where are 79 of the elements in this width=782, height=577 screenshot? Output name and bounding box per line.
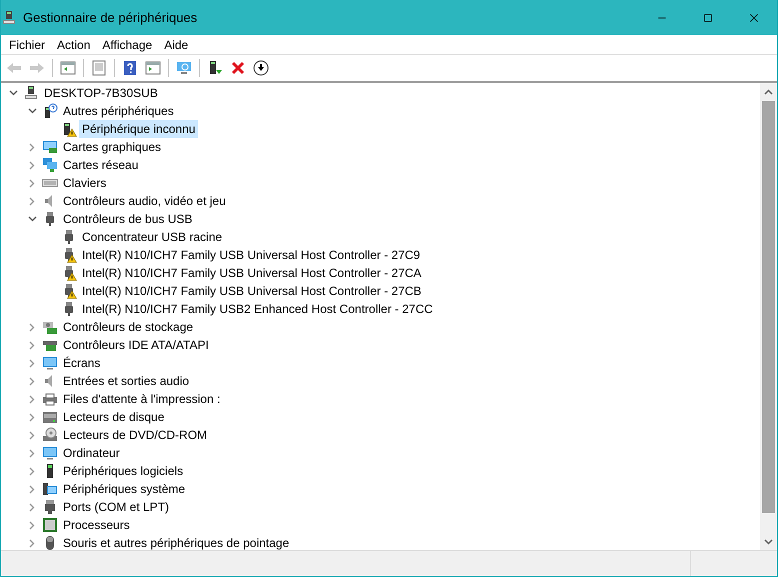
tree-item[interactable]: Ordinateur (60, 444, 123, 462)
tree-item[interactable]: Autres périphériques (60, 102, 177, 120)
tree-item[interactable]: Périphérique inconnu (79, 120, 198, 138)
tree-item[interactable]: Périphériques logiciels (60, 462, 186, 480)
scrollbar[interactable] (760, 83, 777, 550)
tree-item[interactable]: Contrôleurs audio, vidéo et jeu (60, 192, 229, 210)
tree-item[interactable]: Lecteurs de disque (60, 408, 168, 426)
tree-item[interactable]: Concentrateur USB racine (79, 228, 226, 246)
window-title: Gestionnaire de périphériques (23, 8, 198, 27)
forward-icon (29, 60, 45, 76)
expand-icon[interactable] (29, 340, 35, 350)
collapse-icon[interactable] (28, 216, 36, 222)
tree-item[interactable]: Intel(R) N10/ICH7 Family USB2 Enhanced Host Controller - 27CC (79, 300, 436, 318)
expand-icon[interactable] (29, 430, 35, 440)
expand-icon[interactable] (29, 538, 35, 548)
menu-item[interactable]: Affichage (96, 34, 158, 54)
tree-item[interactable]: Intel(R) N10/ICH7 Family USB Universal Host Controller - 27CA (79, 264, 424, 282)
download-icon (253, 60, 269, 76)
printer-icon (42, 391, 58, 407)
tree-item[interactable]: Contrôleurs IDE ATA/ATAPI (60, 336, 212, 354)
driver-update-icon (207, 60, 223, 76)
tree-item[interactable]: Intel(R) N10/ICH7 Family USB Universal Host Controller - 27CB (79, 282, 424, 300)
tree-item[interactable]: Cartes réseau (60, 156, 142, 174)
tree-item[interactable]: Entrées et sorties audio (60, 372, 192, 390)
expand-icon[interactable] (29, 412, 35, 422)
tree-item[interactable]: Files d'attente à l'impression : (60, 390, 224, 408)
expand-icon[interactable] (29, 178, 35, 188)
close-icon (748, 12, 760, 24)
back-icon (6, 60, 22, 76)
storage-controller-icon (42, 319, 58, 335)
display-adapter-icon (42, 139, 58, 155)
expand-icon[interactable] (29, 196, 35, 206)
computer-icon (23, 85, 39, 101)
menu-item[interactable]: Action (51, 34, 96, 54)
app-icon (1, 10, 17, 26)
maximize-icon (702, 12, 714, 24)
tree-item[interactable]: Périphériques système (60, 480, 188, 498)
menu-item[interactable]: Aide (158, 34, 194, 54)
expand-icon[interactable] (29, 142, 35, 152)
properties-icon (91, 60, 107, 76)
expand-icon[interactable] (29, 466, 35, 476)
tree-item[interactable]: Claviers (60, 174, 110, 192)
monitor-icon (42, 445, 58, 461)
disk-drive-icon (42, 409, 58, 425)
tree-item[interactable]: Ports (COM et LPT) (60, 498, 172, 516)
tree-item[interactable]: Lecteurs de DVD/CD-ROM (60, 426, 210, 444)
monitor-icon (42, 355, 58, 371)
collapse-icon[interactable] (8, 90, 18, 96)
expand-icon[interactable] (29, 394, 35, 404)
network-adapter-icon (42, 157, 58, 173)
menu-item[interactable]: Fichier (3, 34, 52, 54)
help-icon (122, 60, 138, 76)
tree-item[interactable]: Souris et autres périphériques de pointage (60, 534, 292, 550)
monitor-scan-icon (176, 60, 192, 76)
collapse-icon[interactable] (28, 108, 36, 114)
expand-icon[interactable] (29, 160, 35, 170)
tree-item[interactable]: DESKTOP-7B30SUB (41, 84, 161, 102)
action-pane-icon (145, 60, 161, 76)
delete-icon (230, 60, 246, 76)
console-tree-icon (60, 60, 76, 76)
tree-item[interactable]: Contrôleurs de bus USB (60, 210, 196, 228)
expand-icon[interactable] (29, 376, 35, 386)
dvd-drive-icon (42, 427, 58, 443)
tree-item[interactable]: Écrans (60, 354, 104, 372)
expand-icon[interactable] (29, 358, 35, 368)
unknown-device-icon (42, 103, 58, 119)
expand-icon[interactable] (29, 322, 35, 332)
processor-icon (42, 517, 58, 533)
system-device-icon (42, 481, 58, 497)
scrollbar-thumb[interactable] (762, 101, 775, 513)
tree-item[interactable]: Cartes graphiques (60, 138, 164, 156)
port-icon (42, 499, 58, 515)
expand-icon[interactable] (29, 484, 35, 494)
tree-item[interactable]: Intel(R) N10/ICH7 Family USB Universal Host Controller - 27C9 (79, 246, 424, 264)
tree-item[interactable]: Processeurs (60, 516, 133, 534)
expand-icon[interactable] (29, 448, 35, 458)
tree-item[interactable]: Contrôleurs de stockage (60, 318, 196, 336)
expand-icon[interactable] (29, 502, 35, 512)
expand-icon[interactable] (29, 520, 35, 530)
